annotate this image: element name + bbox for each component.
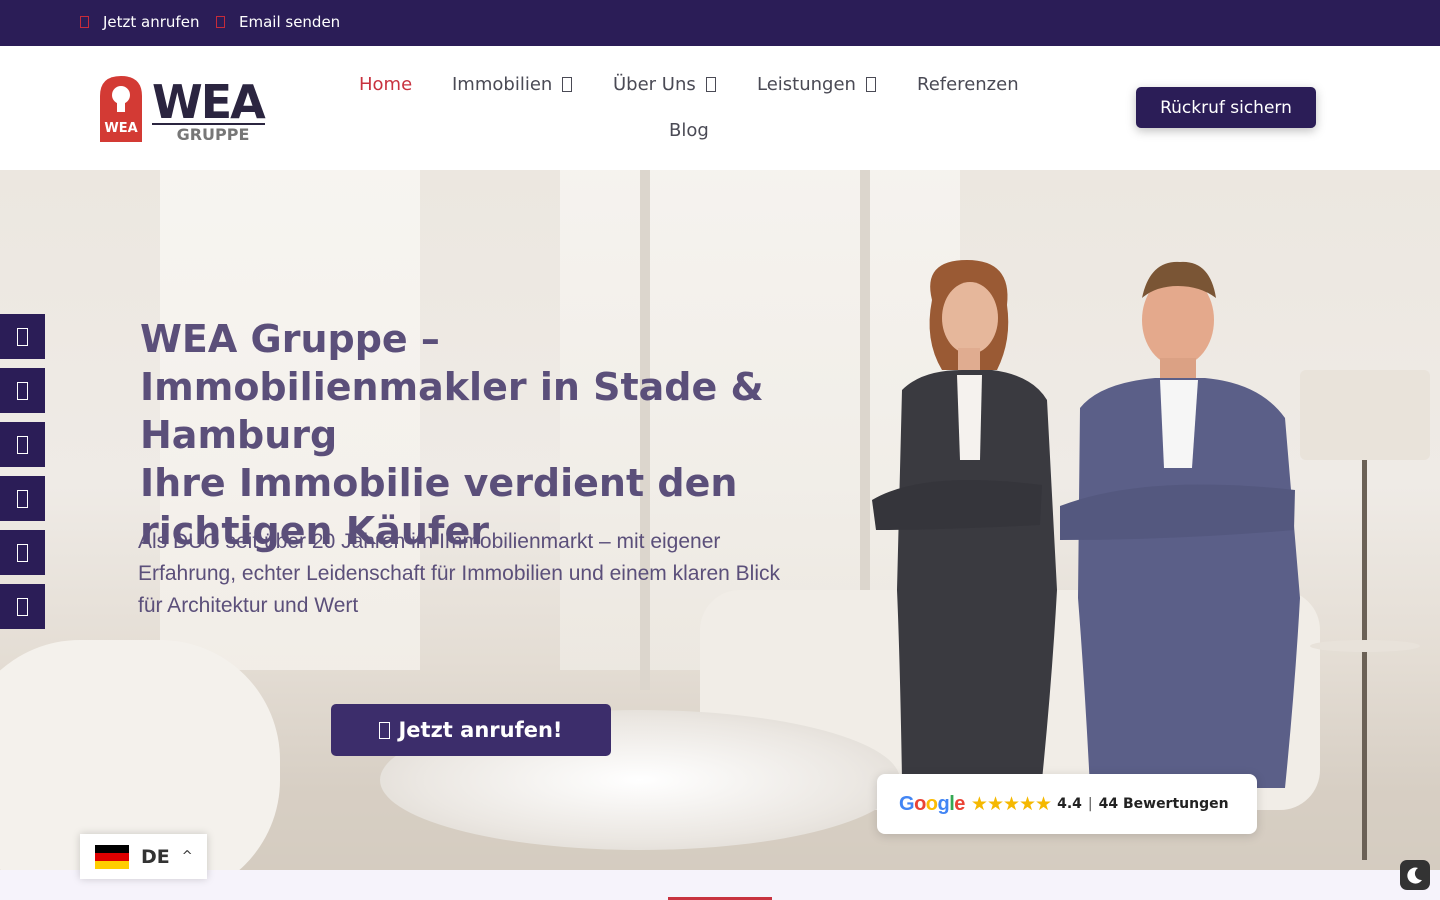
hero-title-line: Hamburg [140,413,338,457]
nav-referenzen[interactable]: Referenzen [917,74,1019,95]
email-link[interactable]: Email senden [216,13,340,31]
linkedin-icon [17,435,28,454]
hero-bg-lamp-pole [1362,460,1367,860]
call-now-button[interactable]: Jetzt anrufen! [331,704,611,756]
hero-photo-man [1060,261,1300,788]
next-section [0,870,1440,900]
envelope-icon [216,16,225,28]
hero-photo-woman [872,260,1057,780]
rating-count: 44 Bewertungen [1098,796,1229,812]
nav-blog-label: Blog [669,120,709,141]
call-link[interactable]: Jetzt anrufen [80,13,199,31]
social-instagram-button[interactable] [0,368,45,413]
call-now-button-label: Jetzt anrufen! [398,718,563,742]
hero-title-line: Immobilienmakler in Stade & [140,365,764,409]
hero-section: WEA Gruppe – Immobilienmakler in Stade &… [0,170,1440,870]
chevron-down-icon [705,77,716,92]
social-whatsapp-button[interactable] [0,584,45,629]
nav-ueber-uns[interactable]: Über Uns [613,74,716,95]
social-youtube-button[interactable] [0,530,45,575]
wea-logo[interactable]: WEA WEA GRUPPE [98,74,270,144]
hero-title-line: WEA Gruppe – [140,317,440,361]
social-facebook-button[interactable] [0,314,45,359]
rating-separator: | [1087,796,1093,812]
nav-home-label: Home [359,74,413,95]
chevron-down-icon [865,77,876,92]
facebook-icon [17,327,28,346]
youtube-icon [17,543,28,562]
moon-icon [1407,867,1422,884]
hero-bg-lamp [1300,370,1430,460]
top-contact-bar: Jetzt anrufen Email senden [0,0,1440,46]
rating-score: 4.4 [1057,796,1082,812]
hero-bg-side-table [1310,640,1420,652]
google-rating-badge[interactable]: Google ★★★★★ 4.4 | 44 Bewertungen [877,774,1257,834]
hero-subtitle: Als DUO seit über 20 Jahren im Immobilie… [138,530,780,617]
phone-icon [80,16,89,28]
nav-blog[interactable]: Blog [669,120,709,141]
nav-immobilien[interactable]: Immobilien [452,74,573,95]
hero-title-line: Ihre Immobilie verdient den [140,461,738,505]
nav-home[interactable]: Home [359,74,412,95]
social-linkedin-button[interactable] [0,422,45,467]
logo-word-sub: GRUPPE [177,125,250,144]
social-xing-button[interactable] [0,476,45,521]
google-logo: Google [899,792,965,815]
instagram-icon [17,381,28,400]
nav-immobilien-label: Immobilien [452,74,553,95]
language-code: DE [141,845,170,868]
nav-leistungen[interactable]: Leistungen [757,74,876,95]
nav-ueber-uns-label: Über Uns [613,74,696,95]
callback-button[interactable]: Rückruf sichern [1136,87,1316,128]
chevron-up-icon: ^ [181,849,193,864]
whatsapp-icon [17,597,28,616]
phone-icon [379,721,391,739]
rating-stars-icon: ★★★★★ [970,793,1052,815]
dark-mode-toggle[interactable] [1400,860,1430,890]
call-link-label: Jetzt anrufen [103,13,200,31]
germany-flag-icon [95,844,129,869]
nav-leistungen-label: Leistungen [757,74,856,95]
xing-icon [17,489,28,508]
site-header: WEA WEA GRUPPE Home Immobilien Über Uns … [0,46,1440,170]
language-selector[interactable]: DE ^ [80,834,207,879]
email-link-label: Email senden [239,13,341,31]
chevron-down-icon [562,77,573,92]
hero-title: WEA Gruppe – Immobilienmakler in Stade &… [140,315,820,555]
logo-mark-text: WEA [104,121,137,136]
nav-referenzen-label: Referenzen [917,74,1019,95]
logo-word-main: WEA [152,75,266,129]
